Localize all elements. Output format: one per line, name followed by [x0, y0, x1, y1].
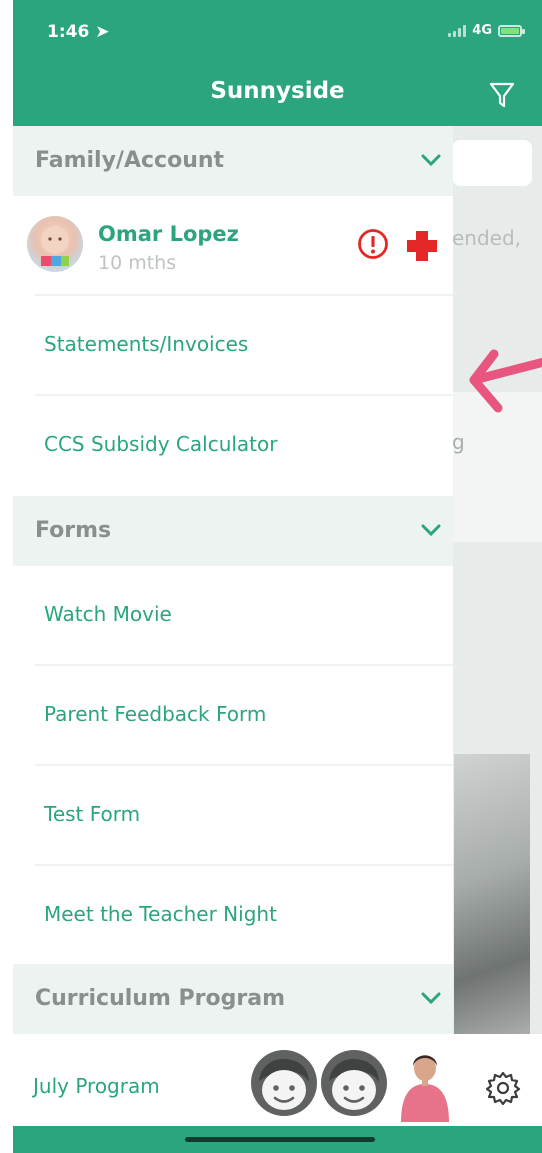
network-label: 4G	[472, 23, 492, 38]
section-title: Forms	[35, 518, 112, 543]
chevron-down-icon	[421, 524, 441, 537]
menu-item-watch-movie[interactable]: Watch Movie	[13, 566, 453, 666]
background-side-text: g	[452, 430, 465, 454]
medical-cross-icon[interactable]	[405, 229, 439, 263]
chevron-down-icon	[421, 154, 441, 167]
section-title: Curriculum Program	[35, 986, 285, 1011]
section-family-account[interactable]: Family/Account	[13, 126, 453, 196]
background-content: ended, g	[452, 126, 542, 1126]
home-bar	[13, 1126, 542, 1153]
avatar	[27, 216, 83, 272]
menu-item-meet-the-teacher-night[interactable]: Meet the Teacher Night	[13, 866, 453, 966]
section-forms[interactable]: Forms	[13, 496, 453, 566]
menu-item-ccs-subsidy-calculator[interactable]: CCS Subsidy Calculator	[13, 396, 453, 496]
location-arrow-icon: ➤	[95, 22, 110, 42]
background-photo	[454, 754, 530, 1054]
alert-icon[interactable]	[357, 228, 389, 260]
menu-item-label: Parent Feedback Form	[44, 702, 267, 726]
menu-item-label: CCS Subsidy Calculator	[44, 432, 278, 456]
menu-item-july-program[interactable]: July Program	[33, 1074, 160, 1098]
battery-icon	[498, 24, 525, 37]
menu-item-parent-feedback-form[interactable]: Parent Feedback Form	[13, 666, 453, 766]
gear-icon[interactable]	[485, 1070, 521, 1106]
background-search-field	[452, 140, 532, 186]
staff-avatar-icon[interactable]	[393, 1048, 457, 1122]
menu-item-label: Test Form	[44, 802, 141, 826]
child-face-icon[interactable]	[249, 1048, 319, 1118]
status-time: 1:46 ➤	[47, 22, 110, 42]
child-name: Omar Lopez	[98, 222, 239, 246]
menu-item-label: Statements/Invoices	[44, 332, 249, 356]
annotation-arrow	[469, 349, 542, 413]
menu-item-test-form[interactable]: Test Form	[13, 766, 453, 866]
home-indicator[interactable]	[185, 1137, 375, 1142]
page-title: Sunnyside	[210, 78, 345, 104]
child-face-icon[interactable]	[319, 1048, 389, 1118]
signal-icon	[448, 24, 467, 37]
app-header: 1:46 ➤ 4G Sunnyside	[13, 0, 542, 126]
app-screen: ended, g 1:46 ➤ 4G Sunnyside Family/Acco…	[0, 0, 542, 1153]
status-indicators: 4G	[448, 23, 525, 38]
filter-icon[interactable]	[488, 80, 516, 110]
menu-item-statements-invoices[interactable]: Statements/Invoices	[13, 296, 453, 396]
section-curriculum-program[interactable]: Curriculum Program	[13, 964, 453, 1034]
navigation-drawer: Family/Account Omar Lopez 10 mths Statem…	[13, 126, 453, 1126]
background-card-text: ended,	[452, 226, 522, 250]
menu-item-label: Meet the Teacher Night	[44, 902, 277, 926]
child-profile-item[interactable]: Omar Lopez 10 mths	[13, 196, 453, 296]
bottom-bar: July Program	[13, 1034, 542, 1126]
chevron-down-icon	[421, 992, 441, 1005]
child-age: 10 mths	[98, 252, 177, 274]
menu-item-label: Watch Movie	[44, 602, 172, 626]
section-title: Family/Account	[35, 148, 225, 173]
